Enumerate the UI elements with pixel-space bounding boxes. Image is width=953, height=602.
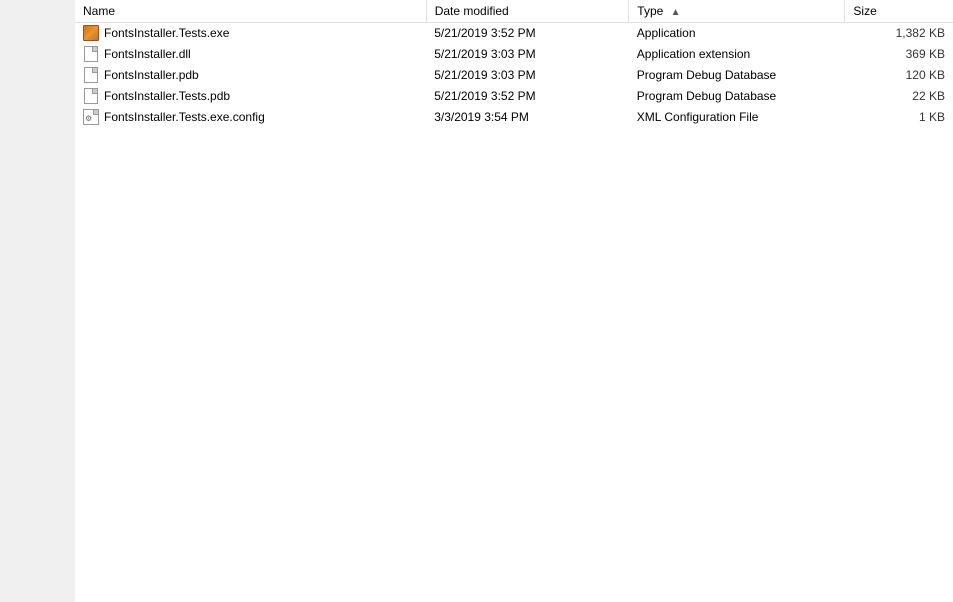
table-row[interactable]: FontsInstaller.dll 5/21/2019 3:03 PMAppli… [75, 44, 953, 65]
sidebar [0, 0, 75, 602]
table-row[interactable]: ⚙ FontsInstaller.Tests.exe.config 3/3/2019… [75, 107, 953, 128]
file-name-text: FontsInstaller.Tests.exe.config [104, 110, 265, 124]
file-size-cell: 1,382 KB [845, 23, 953, 44]
pdb-icon [83, 88, 99, 104]
table-row[interactable]: FontsInstaller.Tests.pdb 5/21/2019 3:52 P… [75, 86, 953, 107]
file-name-container: FontsInstaller.Tests.exe [83, 25, 418, 41]
col-header-size[interactable]: Size [845, 0, 953, 23]
file-date-cell: 5/21/2019 3:52 PM [426, 86, 629, 107]
file-table: Name Date modified Type ▲ Size FontsI [75, 0, 953, 128]
file-list-container: Name Date modified Type ▲ Size FontsI [75, 0, 953, 602]
file-size-cell: 369 KB [845, 44, 953, 65]
file-type-cell: XML Configuration File [629, 107, 845, 128]
table-row[interactable]: FontsInstaller.Tests.exe 5/21/2019 3:52 P… [75, 23, 953, 44]
table-row[interactable]: FontsInstaller.pdb 5/21/2019 3:03 PMProgr… [75, 65, 953, 86]
col-header-date[interactable]: Date modified [426, 0, 629, 23]
col-date-label: Date modified [435, 4, 509, 18]
col-type-label: Type [637, 4, 663, 18]
file-name-container: FontsInstaller.Tests.pdb [83, 88, 418, 104]
file-type-cell: Program Debug Database [629, 65, 845, 86]
file-name-cell: FontsInstaller.dll [75, 44, 426, 65]
config-icon: ⚙ [83, 109, 99, 125]
file-name-cell: FontsInstaller.Tests.exe [75, 23, 426, 44]
file-name-cell: FontsInstaller.pdb [75, 65, 426, 86]
file-type-cell: Application extension [629, 44, 845, 65]
exe-icon [83, 25, 99, 41]
file-date-cell: 5/21/2019 3:52 PM [426, 23, 629, 44]
table-header-row: Name Date modified Type ▲ Size [75, 0, 953, 23]
file-name-text: FontsInstaller.pdb [104, 68, 199, 82]
file-name-cell: FontsInstaller.Tests.pdb [75, 86, 426, 107]
col-header-name[interactable]: Name [75, 0, 426, 23]
file-type-cell: Application [629, 23, 845, 44]
file-size-cell: 1 KB [845, 107, 953, 128]
col-header-type[interactable]: Type ▲ [629, 0, 845, 23]
file-date-cell: 3/3/2019 3:54 PM [426, 107, 629, 128]
file-name-text: FontsInstaller.dll [104, 47, 191, 61]
file-type-cell: Program Debug Database [629, 86, 845, 107]
file-size-cell: 22 KB [845, 86, 953, 107]
col-size-label: Size [853, 4, 876, 18]
file-date-cell: 5/21/2019 3:03 PM [426, 65, 629, 86]
file-name-text: FontsInstaller.Tests.exe [104, 26, 229, 40]
file-name-text: FontsInstaller.Tests.pdb [104, 89, 230, 103]
file-name-container: ⚙ FontsInstaller.Tests.exe.config [83, 109, 418, 125]
main-content: Name Date modified Type ▲ Size FontsI [75, 0, 953, 602]
sort-arrow-type: ▲ [671, 7, 681, 18]
dll-icon [83, 46, 99, 62]
pdb-icon [83, 67, 99, 83]
file-list-body: FontsInstaller.Tests.exe 5/21/2019 3:52 P… [75, 23, 953, 128]
file-date-cell: 5/21/2019 3:03 PM [426, 44, 629, 65]
file-name-container: FontsInstaller.pdb [83, 67, 418, 83]
file-name-container: FontsInstaller.dll [83, 46, 418, 62]
file-name-cell: ⚙ FontsInstaller.Tests.exe.config [75, 107, 426, 128]
file-size-cell: 120 KB [845, 65, 953, 86]
col-name-label: Name [83, 4, 115, 18]
